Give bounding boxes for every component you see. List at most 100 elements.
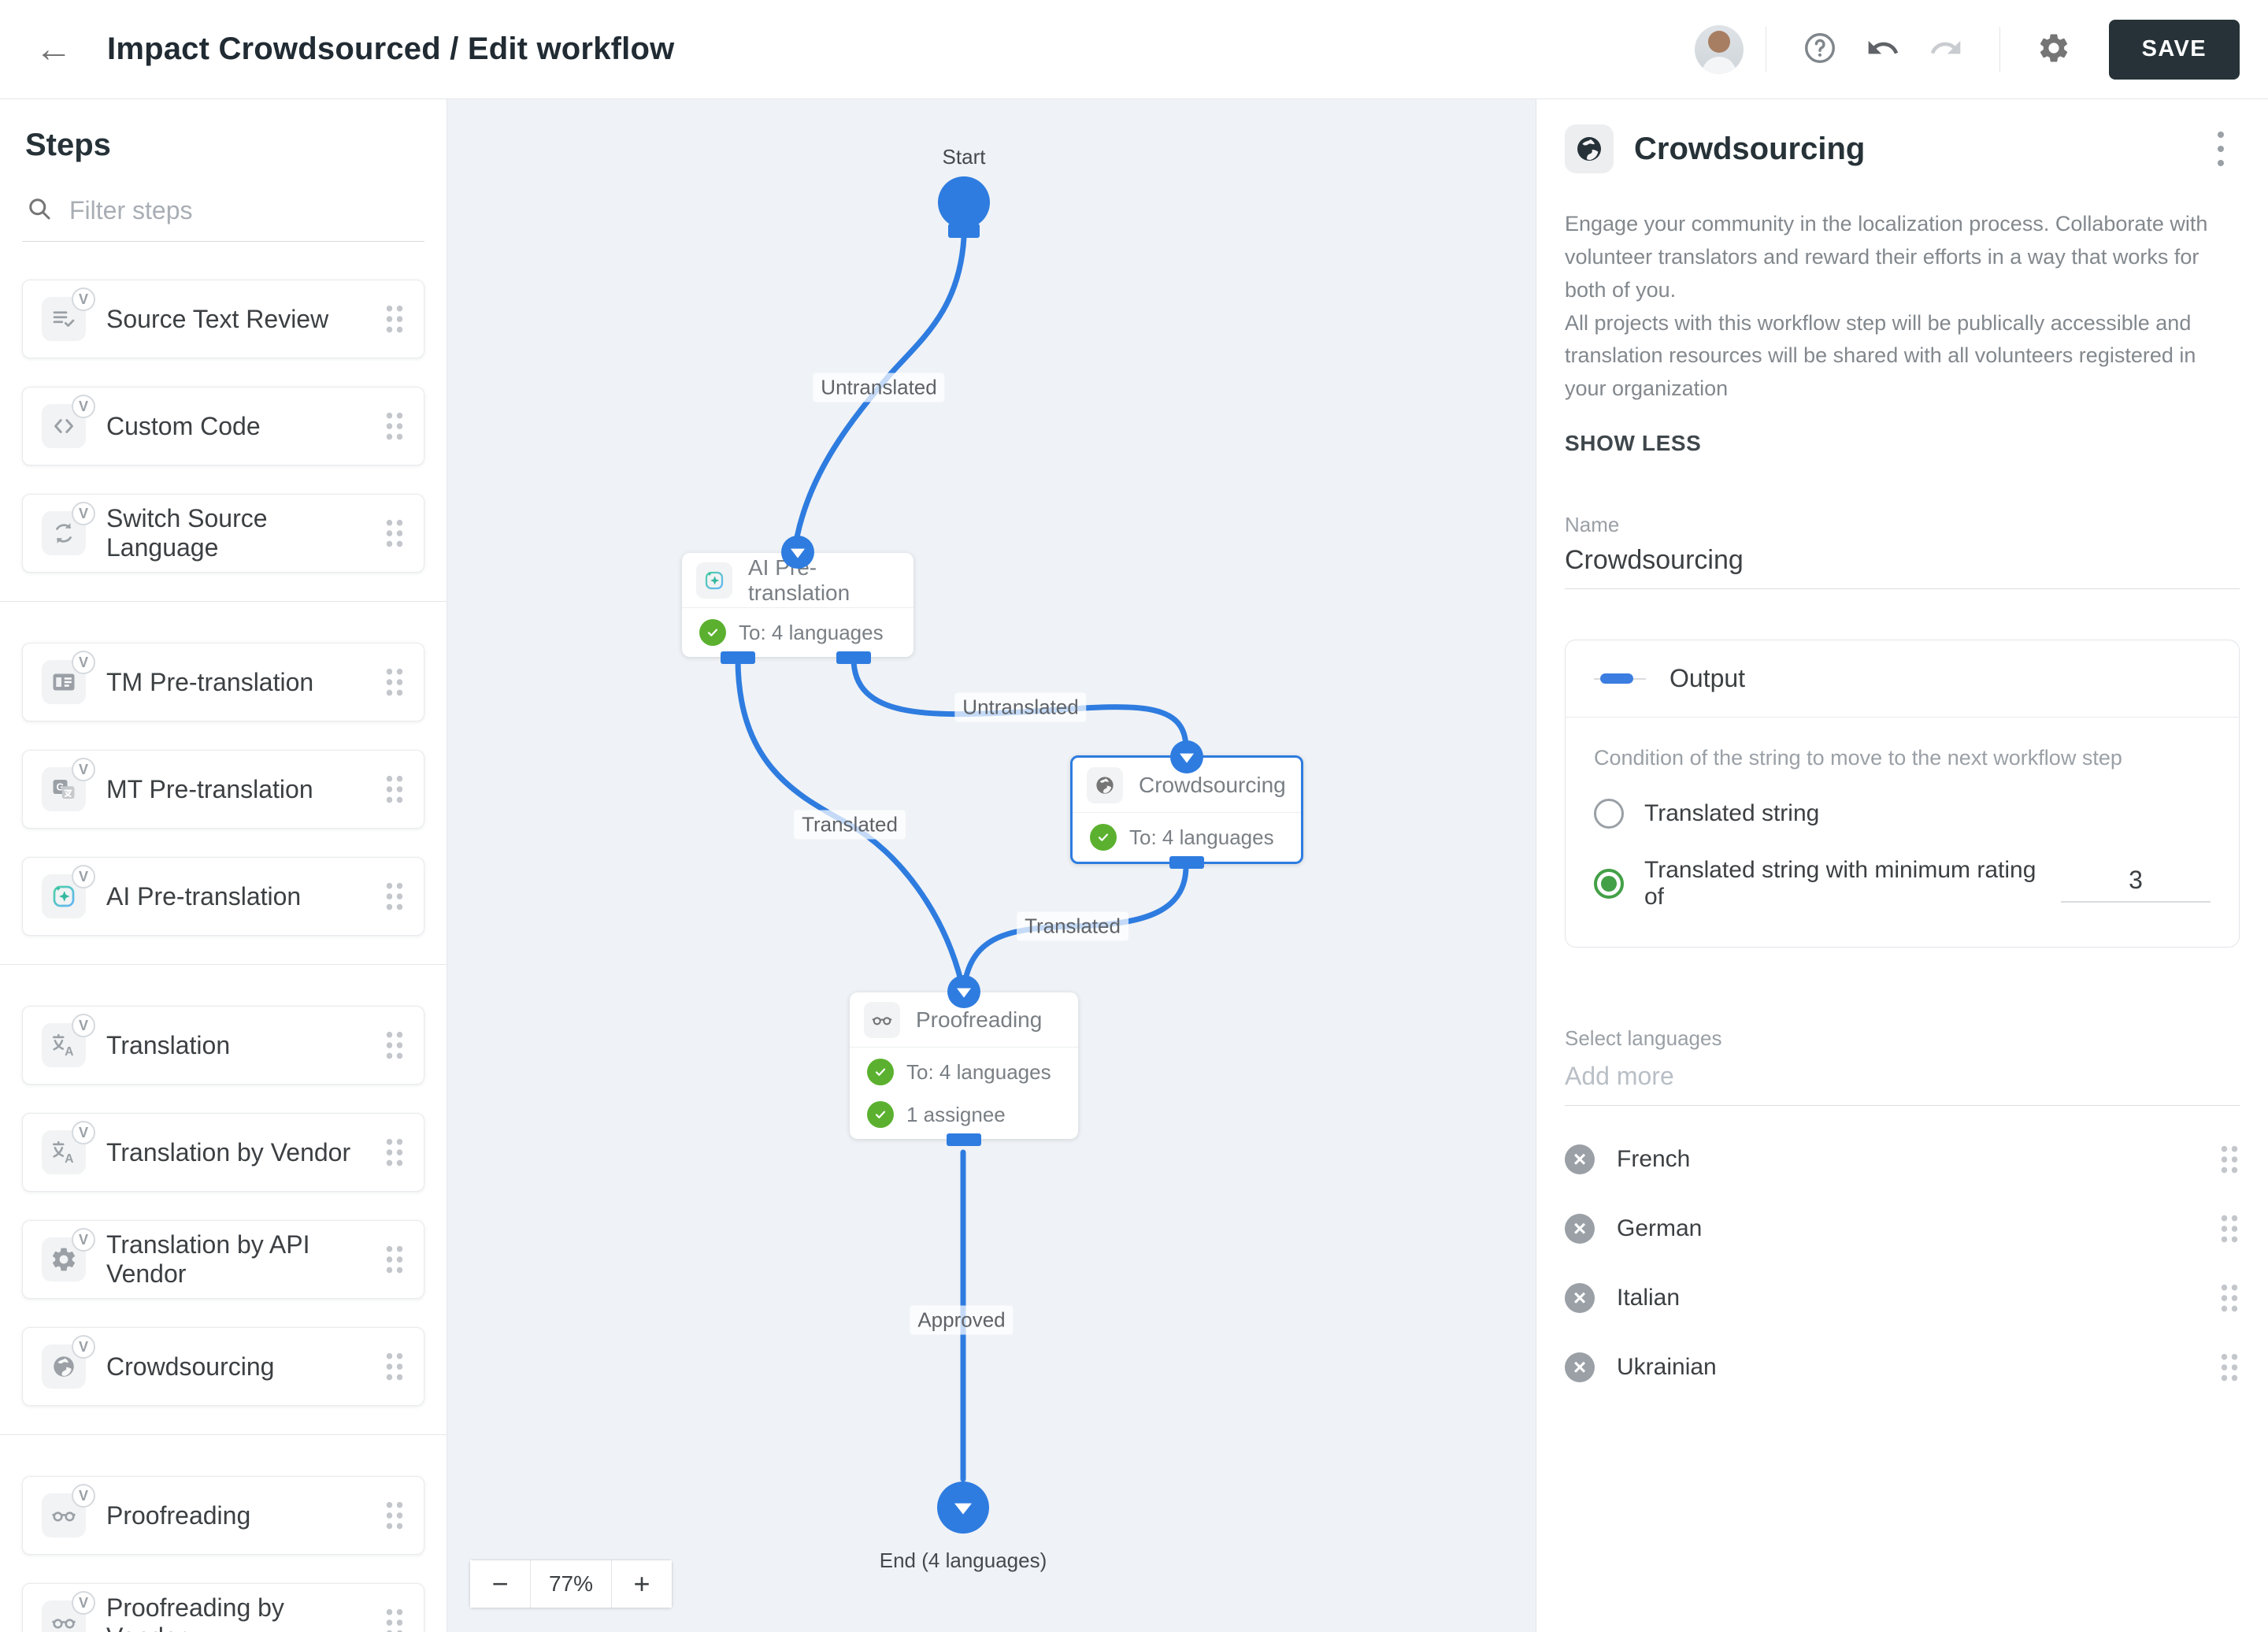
node-row-text: To: 4 languages bbox=[906, 1059, 1051, 1084]
drag-handle-icon[interactable] bbox=[384, 773, 405, 805]
check-icon bbox=[1090, 824, 1117, 851]
edge-label: Translated bbox=[794, 810, 906, 840]
zoom-controls: − 77% + bbox=[469, 1560, 673, 1608]
filter-steps-input[interactable] bbox=[69, 196, 421, 225]
sidebar-step-tm-pre-translation[interactable]: V TM Pre-translation bbox=[22, 643, 424, 721]
remove-language-icon[interactable]: × bbox=[1565, 1214, 1595, 1244]
drag-handle-icon[interactable] bbox=[384, 303, 405, 335]
check-icon bbox=[867, 1101, 894, 1128]
divider bbox=[1999, 26, 2000, 72]
drag-handle-icon[interactable] bbox=[2219, 1213, 2240, 1245]
sidebar-step-translation[interactable]: V A Translation bbox=[22, 1006, 424, 1085]
group-separator bbox=[0, 601, 447, 602]
zoom-out-button[interactable]: − bbox=[470, 1560, 530, 1608]
radio-selected-icon[interactable] bbox=[1594, 869, 1624, 899]
language-row-german: × German bbox=[1565, 1194, 2240, 1263]
search-icon bbox=[25, 195, 54, 227]
minimum-rating-input[interactable] bbox=[2061, 865, 2211, 903]
remove-language-icon[interactable]: × bbox=[1565, 1144, 1595, 1175]
sidebar-step-switch-source-language[interactable]: V Switch Source Language bbox=[22, 494, 424, 573]
zoom-in-button[interactable]: + bbox=[612, 1560, 672, 1608]
sidebar-step-translation-by-vendor[interactable]: V A Translation by Vendor bbox=[22, 1113, 424, 1192]
language-label: Italian bbox=[1617, 1285, 1681, 1311]
drag-handle-icon[interactable] bbox=[384, 1244, 405, 1275]
step-label: TM Pre-translation bbox=[106, 667, 314, 696]
node-row-text: To: 4 languages bbox=[1129, 825, 1274, 849]
workflow-editor-app: ← Impact Crowdsourced / Edit workflow SA… bbox=[0, 0, 2268, 1632]
ai-sparkle-icon bbox=[696, 562, 732, 599]
back-button[interactable]: ← bbox=[32, 28, 76, 72]
undo-button[interactable] bbox=[1858, 24, 1908, 75]
drag-handle-icon[interactable] bbox=[384, 666, 405, 698]
language-label: German bbox=[1617, 1215, 1703, 1242]
sidebar-step-source-text-review[interactable]: V Source Text Review bbox=[22, 280, 424, 358]
step-label: MT Pre-translation bbox=[106, 774, 313, 803]
drag-handle-icon[interactable] bbox=[384, 1500, 405, 1531]
sidebar-step-custom-code[interactable]: V Custom Code bbox=[22, 387, 424, 465]
workflow-canvas[interactable]: Start Untranslated Untranslated Translat… bbox=[447, 99, 1536, 1632]
show-less-button[interactable]: SHOW LESS bbox=[1565, 431, 1701, 456]
language-list: × French × German × Italian × Ukrainian bbox=[1565, 1125, 2240, 1402]
node-row-text: 1 assignee bbox=[906, 1102, 1006, 1126]
output-port[interactable] bbox=[721, 651, 755, 664]
language-row-french: × French bbox=[1565, 1125, 2240, 1194]
drag-handle-icon[interactable] bbox=[384, 881, 405, 912]
drag-handle-icon[interactable] bbox=[2219, 1352, 2240, 1384]
vendor-badge: V bbox=[72, 1484, 95, 1508]
step-label: Proofreading by Vendor bbox=[106, 1593, 284, 1632]
drag-handle-icon[interactable] bbox=[384, 1351, 405, 1382]
sidebar-step-proofreading[interactable]: V Proofreading bbox=[22, 1476, 424, 1555]
drag-handle-icon[interactable] bbox=[384, 1029, 405, 1061]
steps-title: Steps bbox=[25, 128, 111, 162]
panel-header: Crowdsourcing bbox=[1565, 124, 2240, 173]
language-row-italian: × Italian bbox=[1565, 1263, 2240, 1333]
edge-arrowhead-icon bbox=[781, 536, 814, 569]
step-label: Switch Source Language bbox=[106, 504, 268, 562]
output-port[interactable] bbox=[1169, 856, 1204, 869]
output-card: Output Condition of the string to move t… bbox=[1565, 640, 2240, 948]
name-field: Name bbox=[1565, 513, 2240, 590]
kebab-menu-icon[interactable] bbox=[2202, 127, 2240, 171]
svg-text:A: A bbox=[65, 1152, 73, 1166]
drag-handle-icon[interactable] bbox=[384, 1137, 405, 1168]
drag-handle-icon[interactable] bbox=[384, 517, 405, 549]
edge-label: Approved bbox=[910, 1305, 1014, 1335]
group-separator bbox=[0, 964, 447, 965]
description-line: Engage your community in the localizatio… bbox=[1565, 212, 2208, 302]
drag-handle-icon[interactable] bbox=[2219, 1282, 2240, 1315]
output-port[interactable] bbox=[947, 1133, 981, 1146]
output-port[interactable] bbox=[836, 651, 871, 664]
start-node[interactable] bbox=[938, 176, 990, 228]
steps-list: V Source Text Review V Custom Code V Swi… bbox=[0, 280, 447, 1632]
end-node[interactable] bbox=[937, 1482, 989, 1534]
sidebar-step-translation-by-api-vendor[interactable]: V Translation by API Vendor bbox=[22, 1220, 424, 1299]
drag-handle-icon[interactable] bbox=[384, 1607, 405, 1632]
radio-unselected-icon[interactable] bbox=[1594, 799, 1624, 829]
name-input[interactable] bbox=[1565, 537, 2240, 590]
sidebar-step-crowdsourcing[interactable]: V Crowdsourcing bbox=[22, 1327, 424, 1406]
drag-handle-icon[interactable] bbox=[384, 410, 405, 442]
drag-handle-icon[interactable] bbox=[2219, 1144, 2240, 1176]
canvas-node-proofreading[interactable]: Proofreading To: 4 languages 1 assignee bbox=[850, 975, 1078, 1146]
vendor-badge: V bbox=[72, 1121, 95, 1144]
remove-language-icon[interactable]: × bbox=[1565, 1352, 1595, 1383]
redo-button[interactable] bbox=[1921, 24, 1971, 75]
vendor-badge: V bbox=[72, 287, 95, 311]
add-language-input[interactable] bbox=[1565, 1051, 2240, 1107]
start-output-port[interactable] bbox=[948, 224, 980, 238]
description-line: All projects with this workflow step wil… bbox=[1565, 310, 2196, 401]
canvas-node-crowdsourcing[interactable]: Crowdsourcing To: 4 languages bbox=[1070, 740, 1303, 869]
settings-button[interactable] bbox=[2029, 24, 2079, 75]
steps-sidebar: Steps V Source Text Review V Custom Code… bbox=[0, 99, 447, 1632]
canvas-node-ai-pre-translation[interactable]: AI Pre-translation To: 4 languages bbox=[682, 536, 914, 664]
remove-language-icon[interactable]: × bbox=[1565, 1283, 1595, 1314]
sidebar-step-mt-pre-translation[interactable]: V G MT Pre-translation bbox=[22, 750, 424, 829]
sidebar-step-proofreading-by-vendor[interactable]: V Proofreading by Vendor bbox=[22, 1583, 424, 1632]
step-label: Translation bbox=[106, 1030, 231, 1059]
help-button[interactable] bbox=[1795, 24, 1845, 75]
avatar[interactable] bbox=[1694, 24, 1744, 74]
sidebar-step-ai-pre-translation[interactable]: V AI Pre-translation bbox=[22, 857, 424, 936]
condition-label: Condition of the string to move to the n… bbox=[1594, 746, 2122, 770]
topbar-right: SAVE bbox=[1694, 19, 2240, 80]
save-button[interactable]: SAVE bbox=[2108, 19, 2240, 80]
